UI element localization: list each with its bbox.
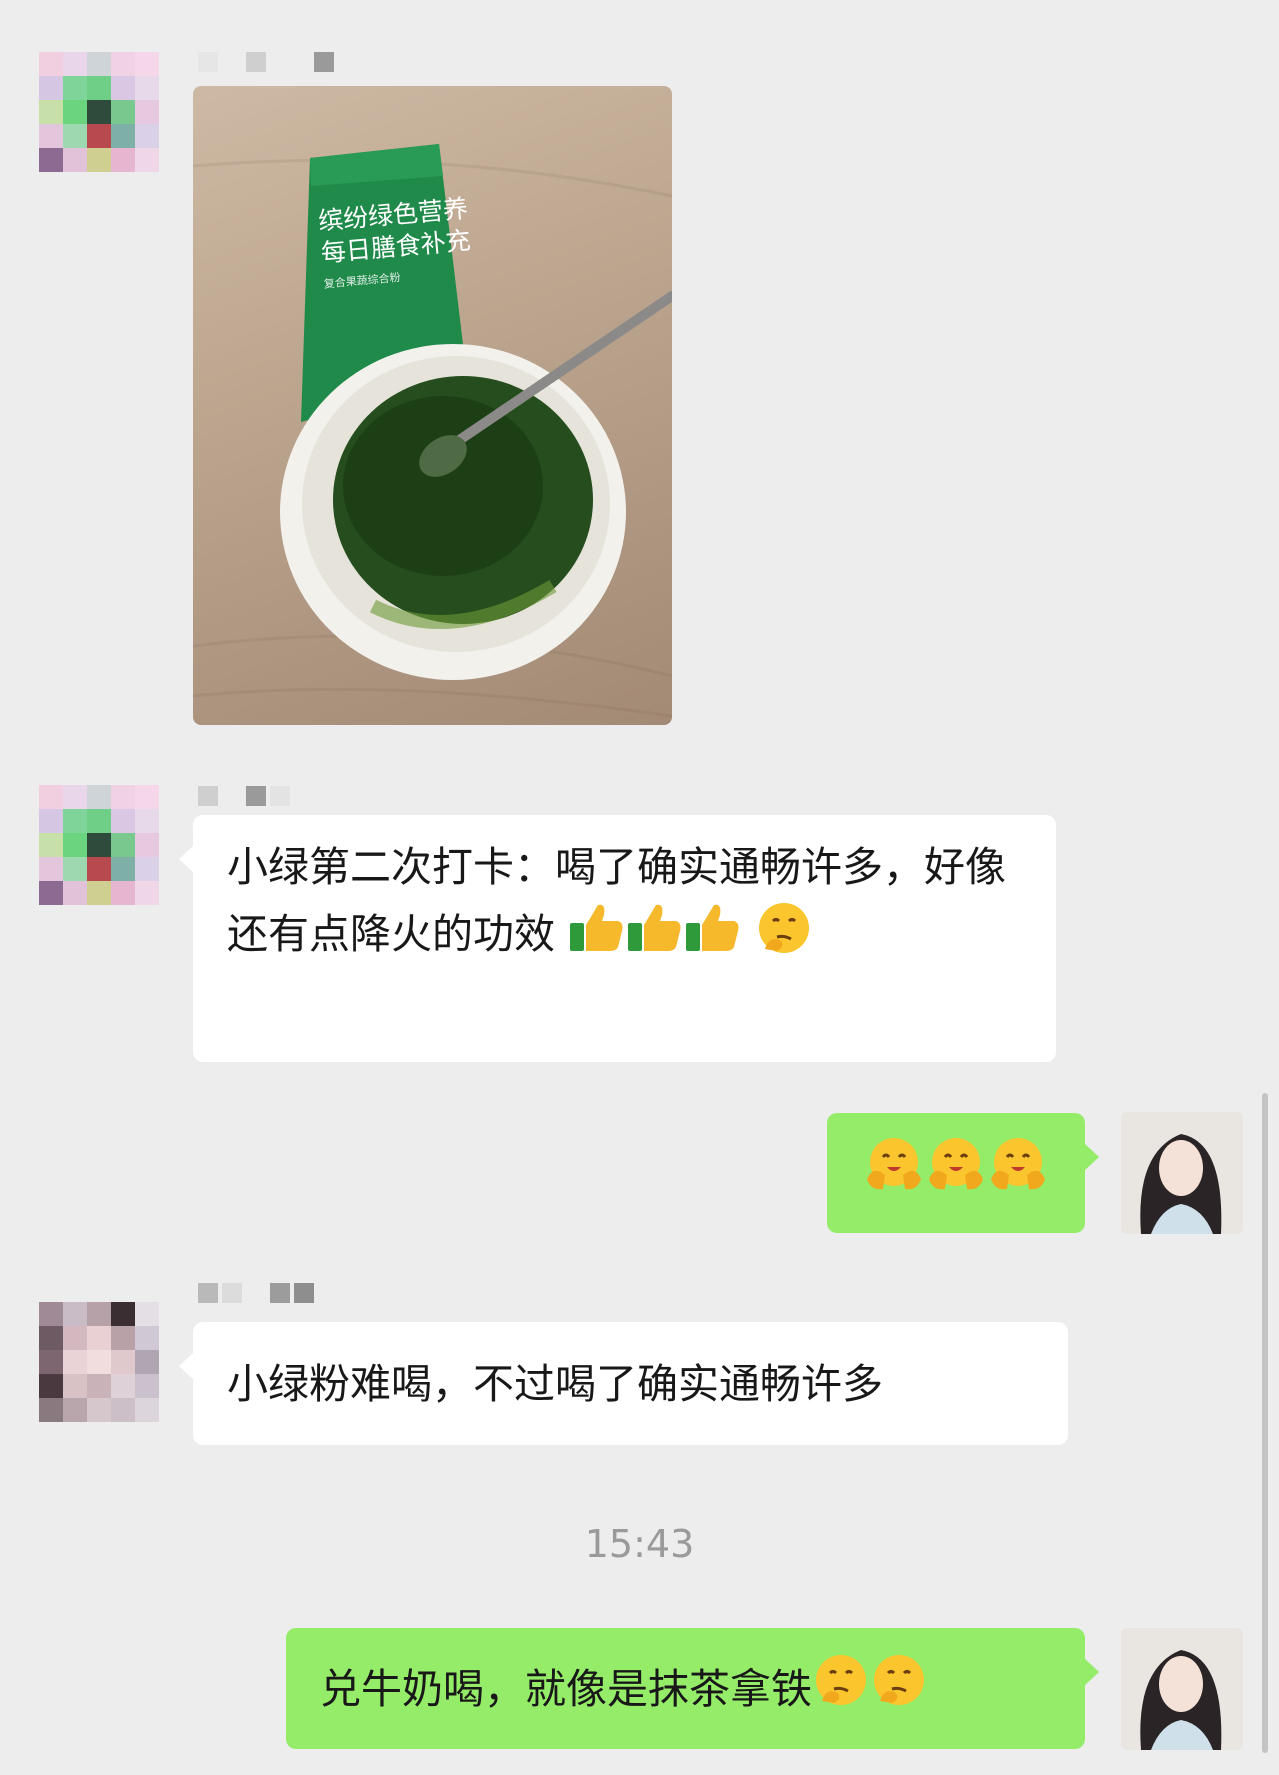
timestamp: 15:43 [584, 1522, 695, 1566]
hugging-face-icon [863, 1133, 925, 1213]
thinking-face-icon [870, 1651, 928, 1727]
scrollbar[interactable] [1262, 1093, 1268, 1753]
hugging-face-icon [987, 1133, 1049, 1213]
contact-name [198, 786, 290, 806]
thinking-face-icon [812, 1651, 870, 1727]
contact-name [198, 52, 334, 72]
green-powder-photo [193, 144, 672, 718]
photo-message[interactable]: 缤纷绿色营养 每日膳食补充 复合果蔬综合粉 [193, 86, 672, 725]
contact-avatar[interactable] [39, 52, 159, 172]
contact-name [198, 1283, 314, 1303]
message-text: 兑牛奶喝，就像是抹茶拿铁 [320, 1664, 812, 1713]
contact-avatar[interactable] [39, 785, 159, 905]
hugging-face-icon [925, 1133, 987, 1213]
my-avatar[interactable] [1121, 1112, 1243, 1234]
message-bubble[interactable]: 小绿粉难喝，不过喝了确实通畅许多 [179, 1322, 1068, 1445]
message-bubble[interactable]: 小绿第二次打卡：喝了确实通畅许多，好像还有点降火的功效 [179, 815, 1056, 1062]
contact-avatar[interactable] [39, 1302, 159, 1422]
thumbs-up-icon [626, 901, 684, 973]
thumbs-up-icon [568, 901, 626, 973]
message-text: 小绿粉难喝，不过喝了确实通畅许多 [227, 1359, 883, 1408]
my-avatar[interactable] [1121, 1628, 1243, 1750]
message-bubble-outgoing[interactable] [827, 1113, 1099, 1233]
thinking-face-icon [755, 899, 813, 975]
thumbs-up-icon [684, 901, 742, 973]
message-bubble-outgoing[interactable]: 兑牛奶喝，就像是抹茶拿铁 [286, 1628, 1099, 1749]
